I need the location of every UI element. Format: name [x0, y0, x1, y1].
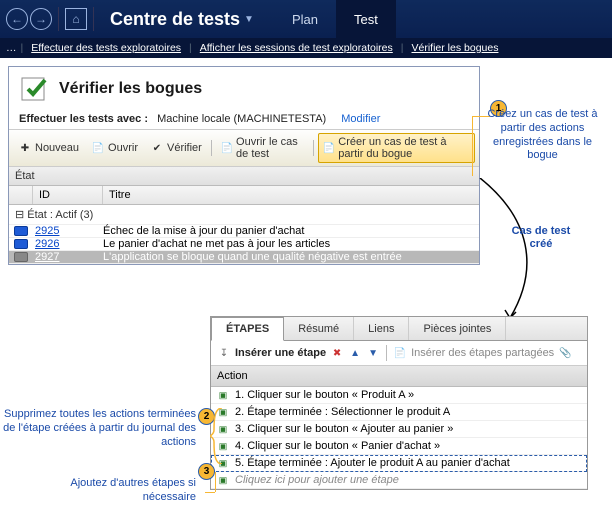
table-row[interactable]: 2927 L'application se bloque quand une q… — [9, 251, 479, 264]
bug-icon — [14, 226, 28, 236]
nav-back-button[interactable]: ← — [6, 8, 28, 30]
home-button[interactable]: ⌂ — [65, 8, 87, 30]
insert-shared-button[interactable]: Insérer des étapes partagées — [411, 347, 554, 359]
bug-id-link[interactable]: 2927 — [33, 251, 103, 263]
modify-link[interactable]: Modifier — [341, 113, 380, 125]
callout-2-text: Supprimez toutes les actions terminées d… — [0, 408, 200, 449]
bug-title: Le panier d'achat ne met pas à jour les … — [103, 238, 479, 250]
step-icon: ▣ — [215, 390, 231, 401]
steps-toolbar: ↧ Insérer une étape ✖ ▲ ▼ 📄 Insérer des … — [211, 341, 587, 366]
delete-step-icon[interactable]: ✖ — [330, 346, 344, 360]
add-step-hint-row[interactable]: ▣Cliquez ici pour ajouter une étape — [211, 472, 587, 489]
attach-icon[interactable]: 📎 — [558, 346, 572, 360]
crumb-verify-bugs[interactable]: Vérifier les bogues — [408, 42, 503, 54]
run-with-row: Effectuer les tests avec : Machine local… — [9, 109, 479, 129]
check-icon — [19, 73, 51, 105]
col-icon[interactable] — [9, 186, 33, 204]
verify-button[interactable]: ✔Vérifier — [145, 138, 207, 158]
tab-summary[interactable]: Résumé — [284, 317, 354, 340]
page-title: Vérifier les bogues — [59, 80, 202, 98]
col-title[interactable]: Titre — [103, 186, 479, 204]
step-icon: ▣ — [215, 424, 231, 435]
step-icon: ▣ — [215, 458, 231, 469]
tab-test[interactable]: Test — [336, 0, 396, 38]
step-row[interactable]: ▣3. Cliquer sur le bouton « Ajouter au p… — [211, 421, 587, 438]
steps-tabs: ÉTAPES Résumé Liens Pièces jointes — [211, 317, 587, 341]
bug-title: L'application se bloque quand une qualit… — [103, 251, 479, 263]
create-icon: 📄 — [323, 141, 335, 155]
tab-attachments[interactable]: Pièces jointes — [409, 317, 506, 340]
nav-separator — [58, 7, 59, 31]
step-icon: ▣ — [215, 407, 231, 418]
table-row[interactable]: 2926 Le panier d'achat ne met pas à jour… — [9, 238, 479, 251]
group-row[interactable]: ⊟ État : Actif (3) — [9, 205, 479, 225]
steps-panel: ÉTAPES Résumé Liens Pièces jointes ↧ Ins… — [210, 316, 588, 490]
nav-separator — [93, 7, 94, 31]
bug-id-link[interactable]: 2925 — [33, 225, 103, 237]
annotation-line — [205, 492, 215, 493]
open-icon: 📄 — [91, 141, 105, 155]
callout-number-2: 2 — [198, 408, 215, 425]
open-button[interactable]: 📄Ouvrir — [86, 138, 143, 158]
crumb-sessions[interactable]: Afficher les sessions de test exploratoi… — [196, 42, 397, 54]
column-headers: ID Titre — [9, 186, 479, 205]
tab-plan[interactable]: Plan — [274, 0, 336, 38]
callout-3-text: Ajoutez d'autres étapes si nécessaire — [60, 477, 200, 505]
chevron-down-icon: ▼ — [244, 14, 254, 25]
new-button[interactable]: ✚Nouveau — [13, 138, 84, 158]
insert-step-button[interactable]: Insérer une étape — [235, 347, 326, 359]
new-icon: ✚ — [18, 141, 32, 155]
step-row[interactable]: ▣2. Étape terminée : Sélectionner le pro… — [211, 404, 587, 421]
callout-number-3: 3 — [198, 463, 215, 480]
doc-icon: 📄 — [221, 141, 233, 155]
col-id[interactable]: ID — [33, 186, 103, 204]
app-title-dropdown[interactable]: Centre de tests ▼ — [110, 9, 254, 30]
step-row[interactable]: ▣4. Cliquer sur le bouton « Panier d'ach… — [211, 438, 587, 455]
breadcrumb-more[interactable]: … — [6, 42, 17, 54]
run-with-value: Machine locale (MACHINETESTA) — [157, 113, 326, 125]
step-icon: ▣ — [215, 475, 231, 486]
crumb-exploratory[interactable]: Effectuer des tests exploratoires — [27, 42, 185, 54]
nav-forward-button[interactable]: → — [30, 8, 52, 30]
step-row[interactable]: ▣5. Étape terminée : Ajouter le produit … — [211, 455, 587, 472]
verify-icon: ✔ — [150, 141, 164, 155]
app-title: Centre de tests — [110, 9, 240, 30]
breadcrumb: … | Effectuer des tests exploratoires | … — [0, 38, 612, 58]
callout-1-text: Créez un cas de test à partir des action… — [480, 108, 605, 163]
move-up-icon[interactable]: ▲ — [348, 346, 362, 360]
step-icon: ▣ — [215, 441, 231, 452]
run-with-label: Effectuer les tests avec : — [19, 113, 148, 125]
tab-links[interactable]: Liens — [354, 317, 409, 340]
toolbar-separator — [313, 140, 314, 156]
arrow-to-steps — [470, 178, 550, 328]
bug-icon — [14, 239, 28, 249]
bug-title: Échec de la mise à jour du panier d'acha… — [103, 225, 479, 237]
toolbar-separator — [211, 140, 212, 156]
bugs-toolbar: ✚Nouveau 📄Ouvrir ✔Vérifier 📄Ouvrir le ca… — [9, 129, 479, 167]
shared-steps-icon: 📄 — [393, 346, 407, 360]
open-test-case-button[interactable]: 📄Ouvrir le cas de test — [216, 133, 310, 163]
action-column-header: Action — [211, 366, 587, 387]
toolbar-separator — [386, 345, 387, 361]
top-nav: ← → ⌂ Centre de tests ▼ Plan Test — [0, 0, 612, 38]
tab-steps[interactable]: ÉTAPES — [211, 317, 284, 341]
verify-bugs-panel: Vérifier les bogues Effectuer les tests … — [8, 66, 480, 265]
create-test-from-bug-button[interactable]: 📄Créer un cas de test à partir du bogue — [318, 133, 475, 163]
move-down-icon[interactable]: ▼ — [366, 346, 380, 360]
callout-created: Cas de test créé — [510, 225, 572, 251]
step-row[interactable]: ▣1. Cliquer sur le bouton « Produit A » — [211, 387, 587, 404]
bug-icon — [14, 252, 28, 262]
bug-id-link[interactable]: 2926 — [33, 238, 103, 250]
state-bar: État — [9, 167, 479, 186]
insert-step-icon[interactable]: ↧ — [217, 346, 231, 360]
table-row[interactable]: 2925 Échec de la mise à jour du panier d… — [9, 225, 479, 238]
